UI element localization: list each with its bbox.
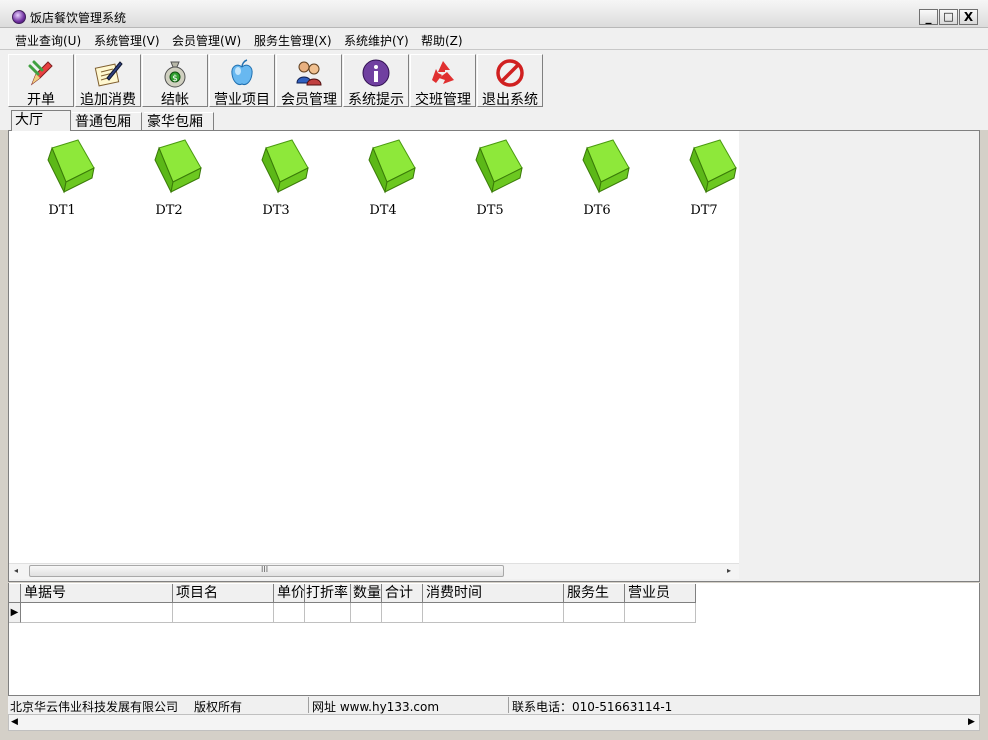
window-scroll-right-icon[interactable]: ▶ — [968, 717, 975, 727]
status-copyright: 版权所有 — [194, 700, 243, 714]
grid-cell[interactable] — [21, 603, 173, 623]
table-item-dt6[interactable]: DT6 — [557, 135, 637, 225]
table-name: DT4 — [369, 203, 397, 218]
open-order-button[interactable]: 开单 — [8, 54, 74, 108]
apple-icon — [231, 59, 253, 85]
table-name: DT2 — [155, 203, 183, 218]
table-item-dt1[interactable]: DT1 — [22, 135, 102, 225]
tab-hall[interactable]: 大厅 — [11, 110, 71, 131]
grid-cell[interactable] — [564, 603, 625, 623]
table-book-icon — [368, 139, 416, 194]
table-item-dt3[interactable]: DT3 — [236, 135, 316, 225]
status-divider — [308, 697, 309, 713]
grid-header-waiter[interactable]: 服务生 — [564, 584, 625, 603]
grid-header-order-no[interactable]: 单据号 — [21, 584, 173, 603]
grid-cell[interactable] — [274, 603, 305, 623]
grid-cell[interactable] — [351, 603, 382, 623]
minimize-button[interactable]: _ — [919, 9, 938, 25]
menu-business-query[interactable]: 营业查询(U) — [15, 32, 81, 49]
table-book-icon — [475, 139, 523, 194]
add-consumption-button[interactable]: 追加消费 — [75, 54, 141, 108]
member-management-button[interactable]: 会员管理 — [276, 54, 342, 108]
grid-header-quantity[interactable]: 数量 — [351, 584, 382, 603]
tab-luxury-room[interactable]: 豪华包厢 — [144, 112, 214, 130]
grid-header-total[interactable]: 合计 — [382, 584, 423, 603]
checkout-button[interactable]: $ 结帐 — [142, 54, 208, 108]
system-tips-label: 系统提示 — [348, 92, 404, 108]
grid-header-time[interactable]: 消费时间 — [423, 584, 564, 603]
pencil-icon — [28, 60, 53, 86]
table-item-dt7[interactable]: DT7 — [664, 135, 744, 225]
table-name: DT5 — [476, 203, 504, 218]
shift-handover-label: 交班管理 — [415, 92, 471, 108]
grid-cell[interactable] — [625, 603, 696, 623]
system-tips-button[interactable]: 系统提示 — [343, 54, 409, 108]
business-items-button[interactable]: 营业项目 — [209, 54, 275, 108]
menu-member-management[interactable]: 会员管理(W) — [172, 32, 241, 49]
row-indicator-icon[interactable]: ▶ — [9, 603, 21, 623]
table-item-dt2[interactable]: DT2 — [129, 135, 209, 225]
grid-header-operator[interactable]: 营业员 — [625, 584, 696, 603]
table-name: DT1 — [48, 203, 76, 218]
table-name: DT3 — [262, 203, 290, 218]
grid-header-discount[interactable]: 打折率 — [305, 584, 351, 603]
app-icon — [12, 10, 26, 24]
people-icon — [296, 61, 322, 86]
table-book-icon — [261, 139, 309, 194]
menu-system-maintenance[interactable]: 系统维护(Y) — [344, 32, 409, 49]
scroll-left-arrow-icon[interactable]: ◂ — [14, 566, 18, 575]
grid-corner — [9, 584, 21, 603]
status-phone: 联系电话：010-51663114-1 — [512, 700, 673, 714]
status-divider — [508, 697, 509, 713]
no-entry-icon — [496, 59, 524, 87]
info-icon — [362, 59, 390, 87]
add-consumption-label: 追加消费 — [80, 92, 136, 108]
status-website: 网址 www.hy133.com — [312, 700, 440, 714]
table-book-icon — [689, 139, 737, 194]
title-bar — [0, 0, 988, 28]
shift-handover-button[interactable]: 交班管理 — [410, 54, 476, 108]
status-company: 北京华云伟业科技发展有限公司 — [10, 700, 179, 714]
grid-cell[interactable] — [423, 603, 564, 623]
close-button[interactable]: X — [959, 9, 978, 25]
table-name: DT7 — [690, 203, 718, 218]
menu-waiter-management[interactable]: 服务生管理(X) — [254, 32, 332, 49]
table-book-icon — [47, 139, 95, 194]
notepad-icon — [94, 61, 123, 87]
maximize-button[interactable]: □ — [939, 9, 958, 25]
window-title: 饭店餐饮管理系统 — [30, 11, 127, 25]
menu-help[interactable]: 帮助(Z) — [421, 32, 463, 49]
grid-cell[interactable] — [173, 603, 274, 623]
recycle-icon — [432, 61, 454, 84]
tab-standard-room[interactable]: 普通包厢 — [72, 112, 142, 130]
table-book-icon — [154, 139, 202, 194]
window-scroll-left-icon[interactable]: ◀ — [11, 717, 18, 727]
table-item-dt5[interactable]: DT5 — [450, 135, 530, 225]
table-item-dt4[interactable]: DT4 — [343, 135, 423, 225]
table-name: DT6 — [583, 203, 611, 218]
scroll-right-arrow-icon[interactable]: ▸ — [727, 566, 731, 575]
member-management-label: 会员管理 — [281, 92, 337, 108]
business-items-label: 营业项目 — [214, 92, 270, 108]
scrollbar-grip-icon: III — [261, 565, 269, 574]
exit-system-button[interactable]: 退出系统 — [477, 54, 543, 108]
menu-system-management[interactable]: 系统管理(V) — [94, 32, 160, 49]
grid-cell[interactable] — [382, 603, 423, 623]
exit-system-label: 退出系统 — [482, 92, 538, 108]
table-book-icon — [582, 139, 630, 194]
open-order-label: 开单 — [27, 92, 55, 108]
money-bag-icon: $ — [164, 61, 186, 88]
grid-cell[interactable] — [305, 603, 351, 623]
svg-text:$: $ — [172, 74, 178, 84]
window-scrollbar[interactable] — [8, 714, 980, 731]
grid-header-price[interactable]: 单价 — [274, 584, 305, 603]
checkout-label: 结帐 — [161, 92, 189, 108]
grid-header-item-name[interactable]: 项目名 — [173, 584, 274, 603]
